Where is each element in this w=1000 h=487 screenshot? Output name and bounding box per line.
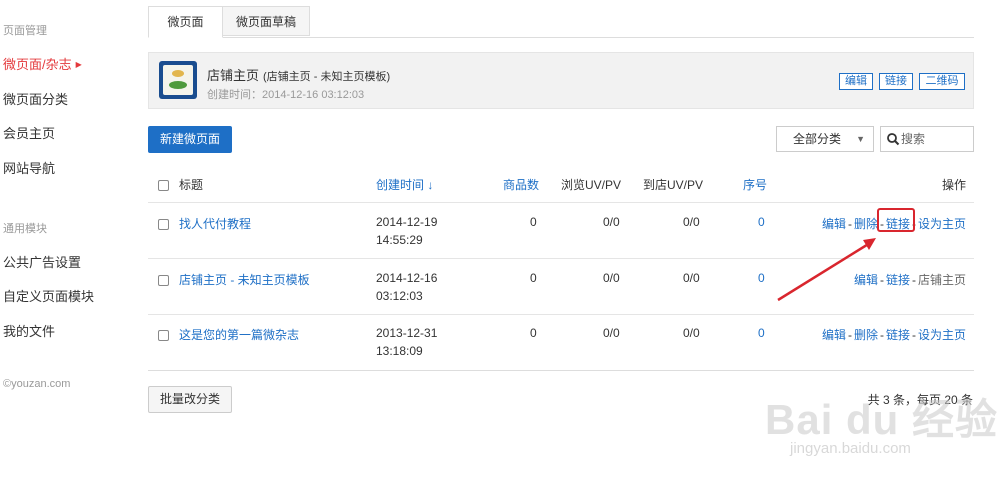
category-select-value: 全部分类 [793,132,842,146]
search-icon [887,133,900,146]
sidebar-item-site-nav[interactable]: 网站导航 [3,158,55,177]
row-uv-pv: 0/0 [603,326,620,340]
row-order-value[interactable]: 0 [758,271,765,285]
row-actions: 编辑 - 删除 - 链接 - 设为主页 [821,328,966,342]
row-created-date: 2014-12-16 [376,271,438,285]
select-all-checkbox[interactable] [158,180,169,191]
column-header-order[interactable]: 序号 [743,176,767,193]
row-checkbox[interactable] [158,219,169,230]
shop-home-title: 店铺主页 (店铺主页 - 未知主页模板) [207,65,390,84]
row-link-link[interactable]: 链接 [886,328,910,342]
column-header-store-uv-pv: 到店UV/PV [643,178,704,192]
column-header-actions: 操作 [941,178,966,192]
divider [148,370,974,371]
row-created-time: 14:55:29 [376,233,423,247]
sidebar-item-my-files[interactable]: 我的文件 [3,321,55,340]
sidebar-item-micropage-category[interactable]: 微页面分类 [3,89,68,108]
sidebar-item-custom-modules[interactable]: 自定义页面模块 [3,286,94,305]
baidu-watermark-url: jingyan.baidu.com [790,440,911,457]
sidebar-item-public-ads[interactable]: 公共广告设置 [3,252,81,271]
annotation-arrow-icon [777,238,876,302]
shop-home-thumbnail [159,61,197,99]
row-order-value[interactable]: 0 [758,326,765,340]
shop-home-edit-button[interactable]: 编辑 [839,73,873,90]
chevron-down-icon: ▼ [856,134,865,144]
sidebar-group-common-modules: 通用模块 [3,223,47,235]
category-select[interactable]: 全部分类 ▼ [776,126,874,152]
search-input[interactable] [901,130,969,148]
row-uv-pv: 0/0 [603,271,620,285]
column-header-goods-count[interactable]: 商品数 [503,176,539,193]
sidebar-item-micropage[interactable]: 微页面/杂志 ▶ [3,54,82,73]
batch-change-category-button[interactable]: 批量改分类 [148,386,232,413]
sidebar-group-page-management: 页面管理 [3,25,47,37]
row-edit-link[interactable]: 编辑 [822,328,846,342]
row-set-home-link[interactable]: 设为主页 [918,328,966,342]
row-store-uv-pv: 0/0 [683,326,700,340]
shop-home-created-time: 创建时间：2014-12-16 03:12:03 [207,89,365,101]
caret-right-icon: ▶ [75,60,82,69]
row-checkbox[interactable] [158,275,169,286]
row-title-link[interactable]: 找人代付教程 [179,215,251,232]
row-created-date: 2014-12-19 [376,215,438,229]
shop-home-subtitle: (店铺主页 - 未知主页模板) [263,71,391,83]
divider [148,202,974,203]
row-store-uv-pv: 0/0 [683,271,700,285]
divider [148,314,974,315]
row-store-uv-pv: 0/0 [683,215,700,229]
row-created-date: 2013-12-31 [376,326,438,340]
baidu-watermark-logo: Bai du 经验 [765,396,999,443]
row-uv-pv: 0/0 [603,215,620,229]
sidebar-item-label: 微页面/杂志 [3,57,72,72]
shop-home-name: 店铺主页 [207,68,260,83]
column-header-uv-pv: 浏览UV/PV [561,178,622,192]
row-goods-count: 0 [530,271,537,285]
new-micropage-button[interactable]: 新建微页面 [148,126,232,153]
column-header-title: 标题 [179,178,204,192]
shop-home-panel: 店铺主页 (店铺主页 - 未知主页模板) 创建时间：2014-12-16 03:1… [148,52,974,109]
sidebar-item-member-home[interactable]: 会员主页 [3,123,55,142]
shop-home-qrcode-button[interactable]: 二维码 [919,73,965,90]
column-header-created-time[interactable]: 创建时间 ↓ [376,176,433,193]
row-title-link[interactable]: 这是您的第一篇微杂志 [179,326,299,343]
row-checkbox[interactable] [158,330,169,341]
tab-micropage[interactable]: 微页面 [148,6,223,38]
row-created-time: 03:12:03 [376,289,423,303]
search-box[interactable] [880,126,974,152]
tab-micropage-drafts[interactable]: 微页面草稿 [222,6,310,36]
shop-home-link-button[interactable]: 链接 [879,73,913,90]
row-order-value[interactable]: 0 [758,215,765,229]
row-shop-home-label: 店铺主页 [917,273,966,287]
row-title-link[interactable]: 店铺主页 - 未知主页模板 [179,271,310,288]
copyright: ©youzan.com [3,378,71,390]
tab-bar: 微页面 微页面草稿 [148,6,974,38]
row-set-home-link[interactable]: 设为主页 [918,217,966,231]
row-created-time: 13:18:09 [376,344,423,358]
row-goods-count: 0 [530,215,537,229]
row-delete-link[interactable]: 删除 [854,328,878,342]
row-goods-count: 0 [530,326,537,340]
